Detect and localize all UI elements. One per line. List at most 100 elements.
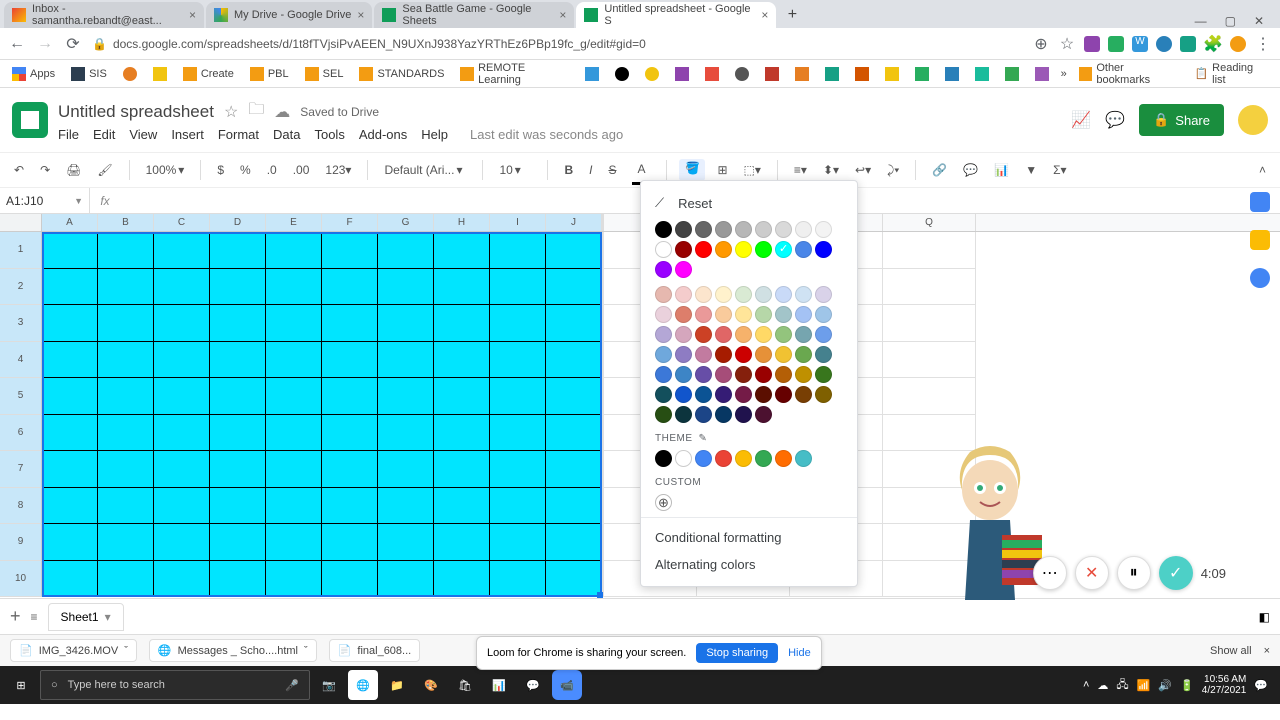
row-header[interactable]: 4 [0,342,42,379]
download-item[interactable]: 📄IMG_3426.MOVˇ [10,639,137,662]
color-swatch[interactable] [795,386,812,403]
borders-icon[interactable]: ⊞ [713,161,731,179]
cell[interactable] [434,415,490,452]
edit-icon[interactable]: ✎ [699,433,708,444]
cell[interactable] [154,305,210,342]
taskbar-search[interactable]: ○ Type here to search 🎤 [40,670,310,700]
task-icon[interactable]: 📊 [484,670,514,700]
cell[interactable] [266,232,322,269]
menu-addons[interactable]: Add-ons [359,127,407,142]
filter-icon[interactable]: ▼ [1021,161,1041,179]
cell[interactable] [322,524,378,561]
cell[interactable] [322,451,378,488]
cell[interactable] [266,378,322,415]
color-swatch[interactable] [695,286,712,303]
reset-color[interactable]: ⟋ Reset [641,189,857,217]
color-swatch[interactable] [795,450,812,467]
color-swatch[interactable] [795,346,812,363]
cell[interactable] [42,451,98,488]
cell[interactable] [883,378,976,415]
more-icon[interactable]: ⋯ [1033,556,1067,590]
cell[interactable] [434,488,490,525]
cell[interactable] [42,561,98,598]
onedrive-icon[interactable]: ☁ [1097,679,1108,692]
cell[interactable] [266,524,322,561]
menu-file[interactable]: File [58,127,79,142]
cell[interactable] [266,451,322,488]
color-swatch[interactable] [735,450,752,467]
color-swatch[interactable] [695,221,712,238]
all-sheets-icon[interactable]: ≡ [31,610,38,624]
italic-icon[interactable]: I [585,161,596,179]
forward-icon[interactable]: → [36,35,54,53]
move-icon[interactable]: 🗀 [248,98,264,125]
color-swatch[interactable] [715,366,732,383]
color-swatch[interactable] [655,326,672,343]
bookmark-item[interactable] [1001,65,1023,83]
tray-up-icon[interactable]: ˄ [1083,679,1089,691]
cell[interactable] [546,232,602,269]
cell[interactable] [434,269,490,306]
close-downloads-icon[interactable]: × [1264,645,1270,657]
cell[interactable] [42,305,98,342]
strike-icon[interactable]: S [604,161,620,179]
add-sheet-icon[interactable]: + [10,606,21,627]
bookmark-item[interactable]: PBL [246,65,293,83]
cell[interactable] [322,561,378,598]
bookmark-item[interactable]: STANDARDS [355,65,448,83]
cell[interactable] [210,378,266,415]
color-swatch[interactable] [795,221,812,238]
font-select[interactable]: Default (Ari... ▾ [380,161,470,179]
cell[interactable] [210,305,266,342]
color-swatch[interactable] [735,386,752,403]
color-swatch[interactable] [735,406,752,423]
cell[interactable] [378,451,434,488]
select-all-corner[interactable] [0,214,42,231]
color-swatch[interactable] [675,221,692,238]
cell[interactable] [210,561,266,598]
wrap-icon[interactable]: ↩▾ [851,161,875,179]
color-swatch[interactable] [815,366,832,383]
rotate-icon[interactable]: ⤸▾ [883,161,903,180]
activity-icon[interactable]: 📈 [1071,110,1091,130]
cell[interactable] [434,451,490,488]
cell[interactable] [378,232,434,269]
color-swatch[interactable] [715,450,732,467]
extensions-icon[interactable]: 🧩 [1204,35,1222,53]
color-swatch[interactable] [655,406,672,423]
cell[interactable] [546,378,602,415]
cell[interactable] [490,561,546,598]
color-swatch[interactable] [815,326,832,343]
star-icon[interactable]: ☆ [1058,35,1076,53]
download-item[interactable]: 📄final_608... [329,639,421,662]
color-swatch[interactable] [755,346,772,363]
tab-seabattle[interactable]: Sea Battle Game - Google Sheets × [374,2,574,28]
color-swatch[interactable] [735,326,752,343]
column-header[interactable]: A [42,214,98,231]
cell[interactable] [154,524,210,561]
color-swatch[interactable] [695,450,712,467]
column-header[interactable]: E [266,214,322,231]
bookmark-item[interactable]: Create [179,65,238,83]
ext-icon[interactable] [1180,36,1196,52]
cell[interactable] [378,305,434,342]
hide-banner[interactable]: Hide [788,647,811,659]
color-swatch[interactable] [655,221,672,238]
cell[interactable] [210,342,266,379]
color-swatch[interactable] [815,306,832,323]
cell[interactable] [546,342,602,379]
cell[interactable] [98,378,154,415]
cell[interactable] [266,488,322,525]
color-swatch[interactable] [735,241,752,258]
bookmark-item[interactable] [701,65,723,83]
color-swatch[interactable] [655,346,672,363]
color-swatch[interactable] [755,221,772,238]
ext-icon[interactable] [1108,36,1124,52]
row-header[interactable]: 1 [0,232,42,269]
color-swatch[interactable] [775,286,792,303]
color-swatch[interactable] [715,221,732,238]
cell[interactable] [154,451,210,488]
cell[interactable] [434,232,490,269]
cell[interactable] [210,269,266,306]
color-swatch[interactable] [815,386,832,403]
